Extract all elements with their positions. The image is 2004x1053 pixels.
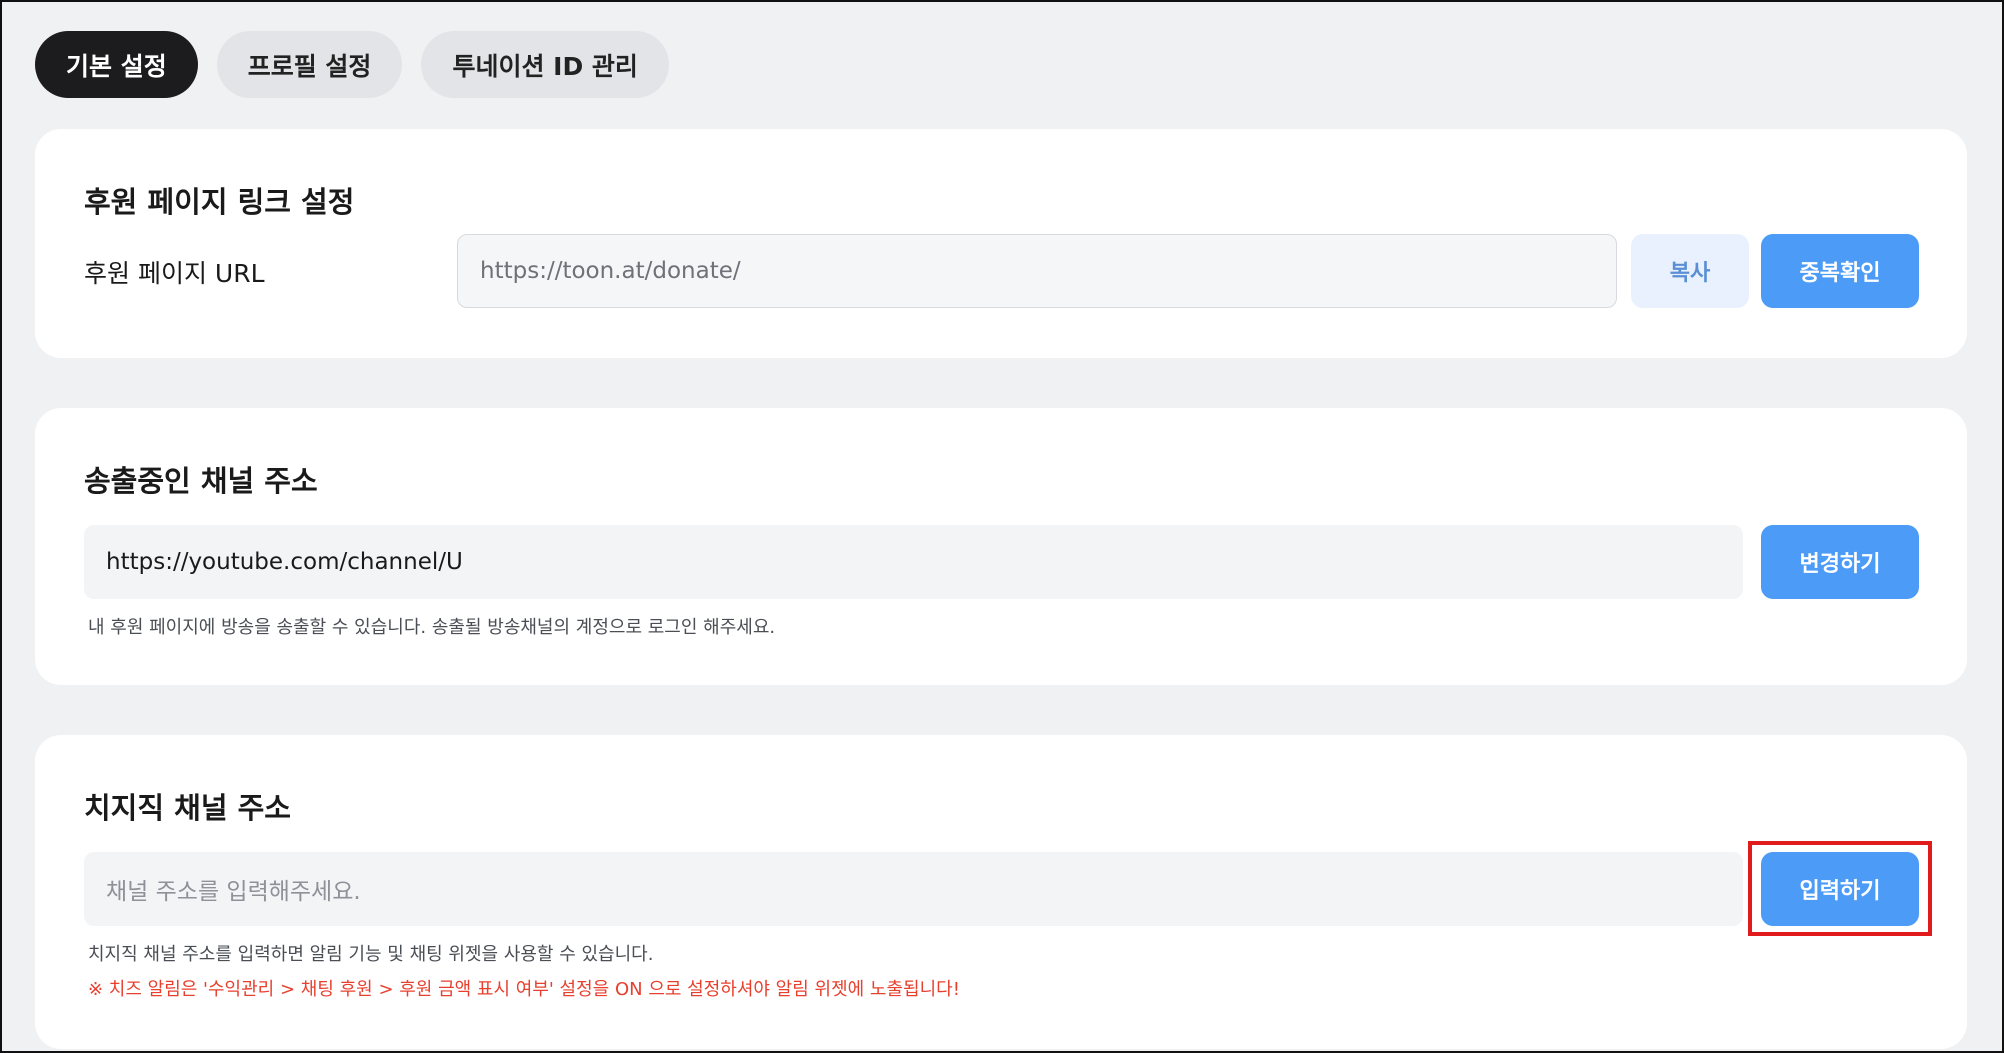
card-title: 후원 페이지 링크 설정 xyxy=(84,185,355,219)
change-channel-button[interactable]: 변경하기 xyxy=(1761,525,1919,599)
settings-page: 기본 설정 프로필 설정 투네이션 ID 관리 후원 페이지 링크 설정 후원 … xyxy=(0,0,2004,1053)
donate-url-label: 후원 페이지 URL xyxy=(84,259,265,288)
card-title: 송출중인 채널 주소 xyxy=(84,464,318,498)
tab-basic-settings[interactable]: 기본 설정 xyxy=(35,31,198,98)
broadcast-help-text: 내 후원 페이지에 방송을 송출할 수 있습니다. 송출될 방송채널의 계정으로… xyxy=(88,617,776,638)
tab-profile-settings[interactable]: 프로필 설정 xyxy=(216,31,403,98)
tab-bar: 기본 설정 프로필 설정 투네이션 ID 관리 xyxy=(35,31,669,98)
card-title: 치지직 채널 주소 xyxy=(84,791,291,825)
copy-button[interactable]: 복사 xyxy=(1631,234,1749,308)
broadcast-url-input[interactable]: https://youtube.com/channel/U xyxy=(84,525,1743,599)
chzzk-channel-card: 치지직 채널 주소 채널 주소를 입력해주세요. 입력하기 치지직 채널 주소를… xyxy=(35,735,1967,1049)
tab-toonation-id-management[interactable]: 투네이션 ID 관리 xyxy=(421,31,669,98)
duplicate-check-button[interactable]: 중복확인 xyxy=(1761,234,1919,308)
donate-link-card: 후원 페이지 링크 설정 후원 페이지 URL https://toon.at/… xyxy=(35,129,1967,358)
chzzk-url-input[interactable]: 채널 주소를 입력해주세요. xyxy=(84,852,1743,926)
submit-channel-button[interactable]: 입력하기 xyxy=(1761,852,1919,926)
chzzk-help-text: 치지직 채널 주소를 입력하면 알림 기능 및 채팅 위젯을 사용할 수 있습니… xyxy=(88,944,654,965)
donate-url-input[interactable]: https://toon.at/donate/ xyxy=(457,234,1617,308)
broadcast-channel-card: 송출중인 채널 주소 https://youtube.com/channel/U… xyxy=(35,408,1967,685)
chzzk-warning-text: ※ 치즈 알림은 '수익관리 > 채팅 후원 > 후원 금액 표시 여부' 설정… xyxy=(88,979,960,1000)
